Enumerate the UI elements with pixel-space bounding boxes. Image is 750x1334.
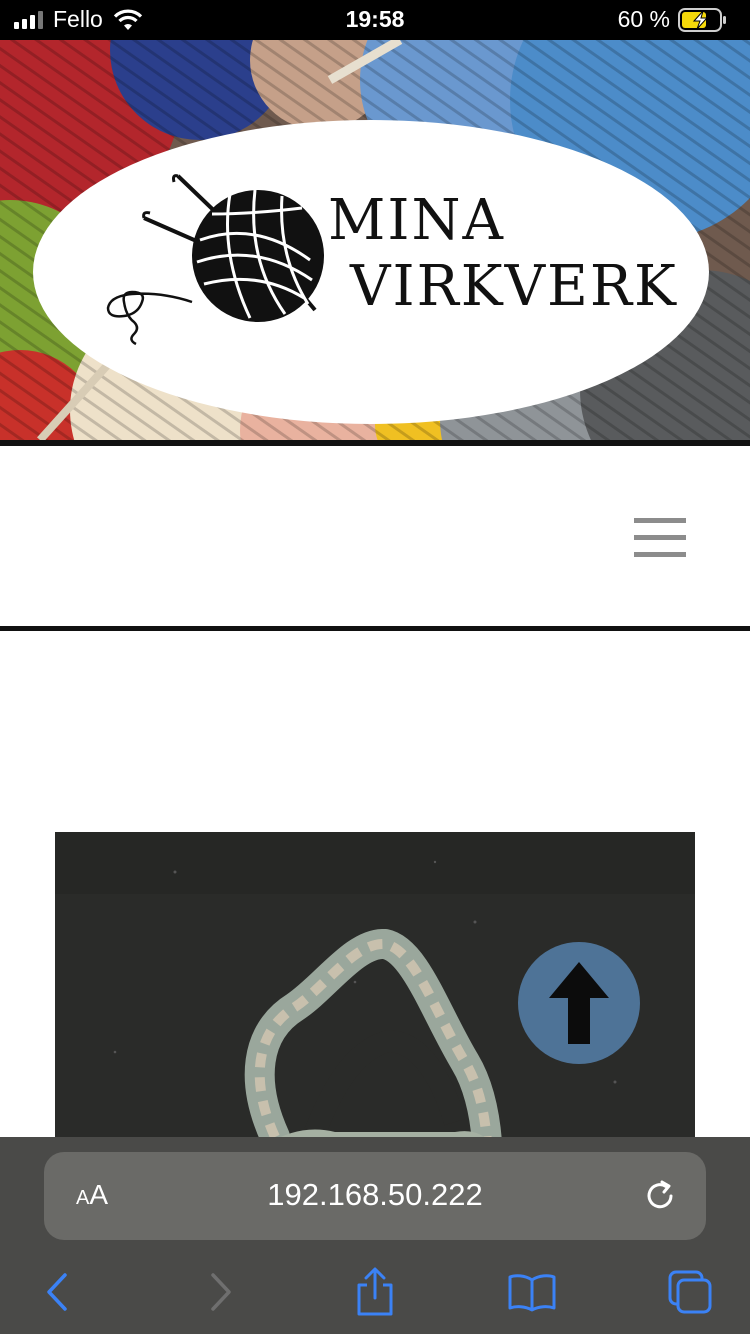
address-bar[interactable]: AA 192.168.50.222 — [44, 1152, 706, 1240]
yarn-ball-crochet-hook-logo[interactable] — [100, 170, 340, 360]
reload-icon[interactable] — [640, 1176, 680, 1216]
tabs-icon — [668, 1270, 712, 1314]
site-logo-title[interactable]: MINA VIRKVERK — [328, 188, 678, 320]
site-header-banner: MINA VIRKVERK — [0, 40, 750, 440]
battery-percent: 60 % — [617, 6, 670, 32]
chevron-right-icon — [211, 1273, 231, 1311]
back-button[interactable] — [33, 1267, 83, 1317]
scroll-to-top-button[interactable] — [518, 942, 640, 1064]
share-icon — [357, 1267, 393, 1316]
safari-bottom-bar: AA 192.168.50.222 — [0, 1137, 750, 1334]
arrow-up-icon — [549, 962, 609, 1044]
share-button[interactable] — [350, 1267, 400, 1317]
battery-charging-icon — [678, 7, 726, 32]
logo-line-2: VIRKVERK — [350, 254, 678, 319]
url-text[interactable]: 192.168.50.222 — [44, 1177, 706, 1213]
nav-divider — [0, 626, 750, 631]
bookmarks-button[interactable] — [507, 1267, 557, 1317]
book-icon — [508, 1274, 556, 1312]
menu-icon[interactable] — [634, 518, 686, 558]
logo-line-1: MINA — [328, 188, 505, 253]
tabs-button[interactable] — [665, 1267, 715, 1317]
chevron-left-icon — [47, 1273, 67, 1311]
navigation-area — [0, 446, 750, 626]
status-bar: Fello 19:58 60 % — [0, 0, 750, 40]
forward-button[interactable] — [195, 1267, 245, 1317]
